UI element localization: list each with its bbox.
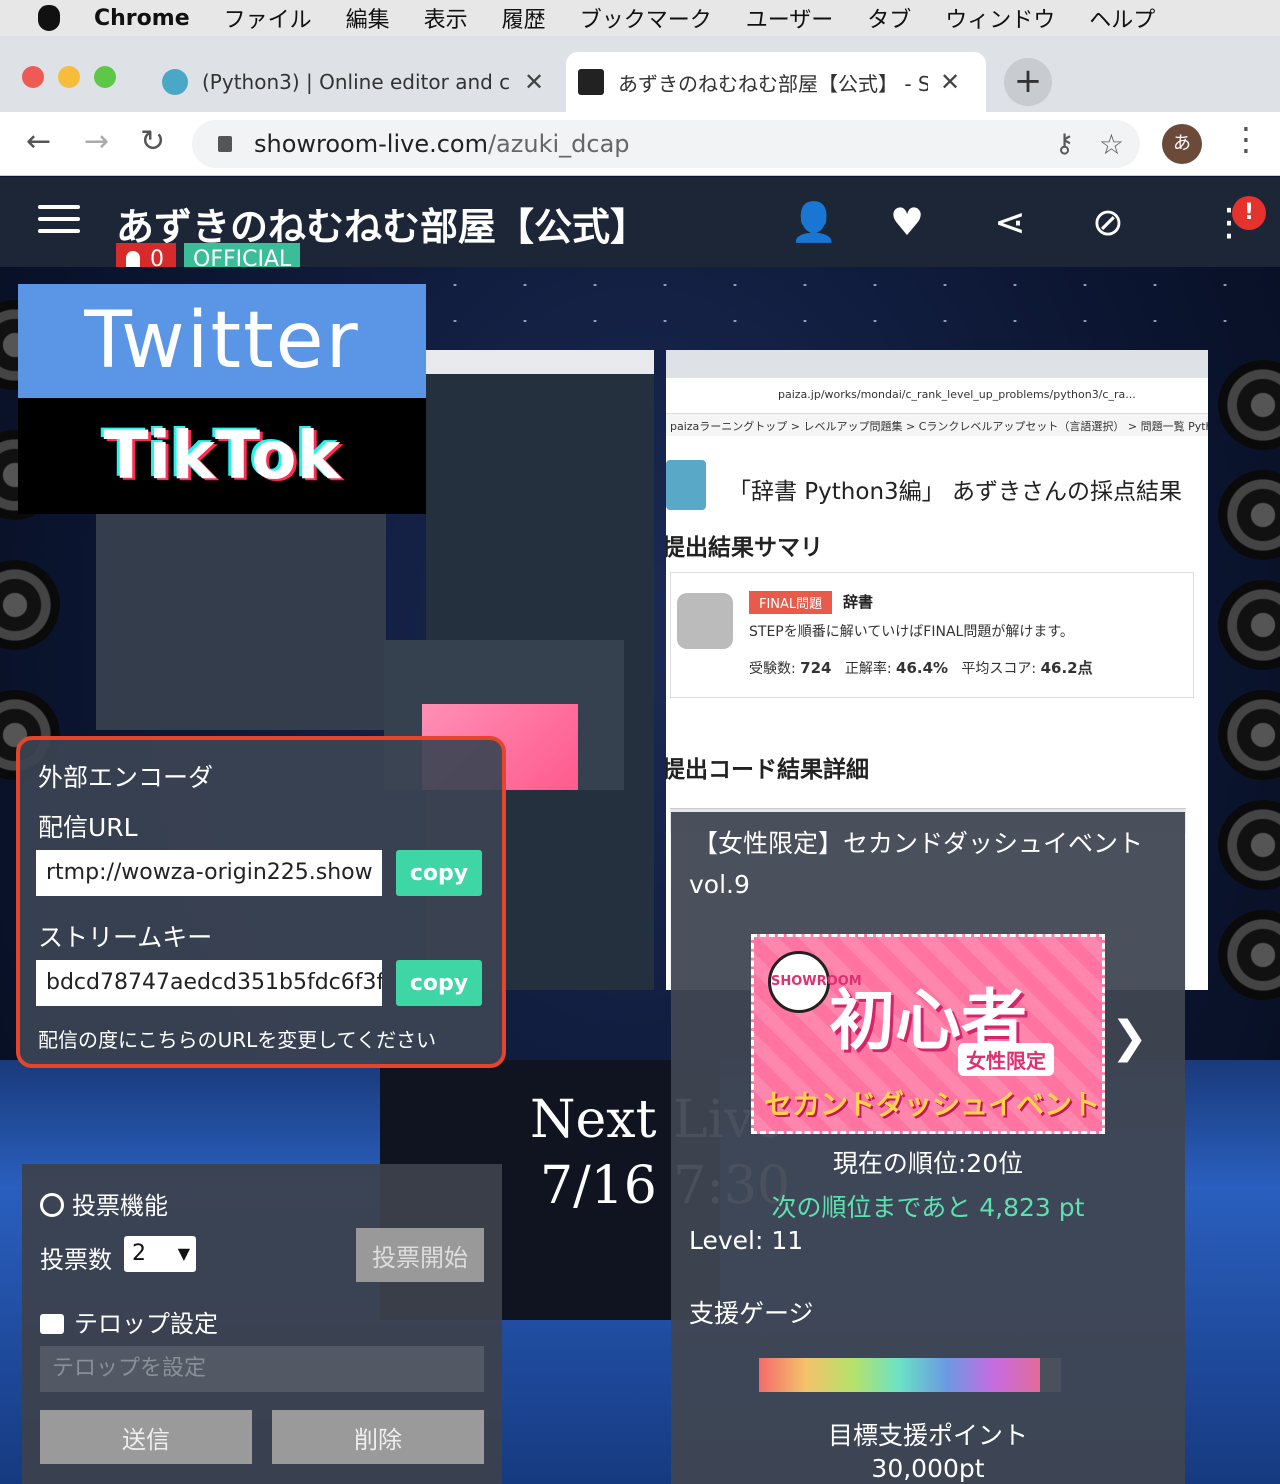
- copy-url-button[interactable]: copy: [396, 850, 482, 896]
- banner-bottom-text: セカンドダッシュイベント: [764, 1088, 1101, 1121]
- send-button[interactable]: 送信: [40, 1410, 252, 1464]
- points-to-next-rank: 次の順位まであと 4,823 pt: [771, 1193, 1085, 1222]
- menu-bookmarks[interactable]: ブックマーク: [580, 2, 712, 34]
- url-path: /azuki_dcap: [487, 130, 630, 158]
- menu-help[interactable]: ヘルプ: [1089, 2, 1155, 34]
- problem-stats: 受験数: 724 正解率: 46.4% 平均スコア: 46.2点: [749, 659, 1093, 677]
- event-banner[interactable]: 初心者 女性限定 セカンドダッシュイベント SHOWROOM: [751, 934, 1105, 1134]
- goal-points-label: 目標支援ポイント: [827, 1421, 1028, 1450]
- profile-icon[interactable]: 👤: [790, 200, 837, 245]
- stream-key-label: ストリームキー: [38, 923, 213, 952]
- event-panel: 【女性限定】セカンドダッシュイベント vol.9 初心者 女性限定 セカンドダッ…: [671, 812, 1185, 1484]
- goal-points-value: 30,000pt: [871, 1454, 985, 1483]
- macos-menubar: Chrome ファイル 編集 表示 履歴 ブックマーク ユーザー タブ ウィンド…: [0, 0, 1280, 36]
- paiza-favicon-icon: [162, 69, 188, 95]
- stream-url-field[interactable]: rtmp://wowza-origin225.show: [36, 850, 382, 896]
- paiza-logo: [666, 460, 706, 510]
- event-title: 【女性限定】セカンドダッシュイベント: [693, 829, 1144, 858]
- robot-avatar: [677, 593, 733, 649]
- tab-title: あずきのねむねむ部屋【公式】 - S: [618, 71, 928, 96]
- back-arrow-icon[interactable]: ←: [26, 124, 51, 159]
- tiktok-overlay: TikTok: [18, 398, 426, 514]
- hamburger-menu-icon[interactable]: [38, 205, 80, 241]
- support-gauge-fill: [759, 1358, 1040, 1392]
- browser-menu-icon[interactable]: ⋮: [1230, 120, 1262, 158]
- tab-close-icon[interactable]: ✕: [940, 68, 960, 96]
- event-level: Level: 11: [689, 1226, 804, 1255]
- bookmark-star-icon[interactable]: ☆: [1099, 128, 1124, 161]
- vote-count-label: 投票数: [40, 1246, 112, 1274]
- problem-name: 辞書: [843, 593, 874, 611]
- vote-heading: 投票機能: [40, 1186, 168, 1221]
- menu-view[interactable]: 表示: [424, 2, 468, 34]
- twitter-overlay: Twitter: [18, 284, 426, 398]
- summary-heading: 提出結果サマリ: [666, 535, 823, 561]
- speech-bubble-icon: [40, 1314, 64, 1334]
- result-title: 「辞書 Python3編」 あずきさんの採点結果: [728, 479, 1182, 505]
- detail-heading: 提出コード結果詳細: [666, 757, 869, 783]
- telop-input[interactable]: テロップを設定: [40, 1346, 484, 1392]
- menu-window[interactable]: ウィンドウ: [945, 2, 1055, 34]
- encoder-title: 外部エンコーダ: [38, 763, 214, 792]
- start-vote-button[interactable]: 投票開始: [356, 1228, 484, 1282]
- url-host: showroom-live.com: [254, 130, 488, 158]
- tab-close-icon[interactable]: ✕: [524, 68, 544, 96]
- chevron-right-icon[interactable]: ❯: [1111, 1012, 1148, 1063]
- apple-icon[interactable]: [38, 5, 60, 31]
- vote-count-value: 2: [132, 1241, 146, 1266]
- reload-icon[interactable]: ↻: [140, 124, 165, 159]
- tab-python-editor[interactable]: (Python3) | Online editor and c ✕: [150, 52, 560, 112]
- forward-arrow-icon[interactable]: →: [84, 124, 109, 159]
- profile-avatar[interactable]: あ: [1162, 124, 1202, 164]
- external-encoder-panel: 外部エンコーダ 配信URL rtmp://wowza-origin225.sho…: [16, 736, 506, 1068]
- menu-tab[interactable]: タブ: [867, 2, 911, 34]
- result-card: FINAL問題 辞書 STEPを順番に解いていけばFINAL問題が解けます。 受…: [670, 572, 1194, 698]
- chevron-down-icon: ▼: [177, 1244, 190, 1263]
- alert-badge-icon: !: [1232, 196, 1266, 230]
- stream-url-label: 配信URL: [38, 813, 138, 842]
- vote-dial-icon: [40, 1193, 64, 1217]
- menu-history[interactable]: 履歴: [502, 2, 546, 34]
- encoder-note: 配信の度にこちらのURLを変更してください: [38, 1028, 437, 1052]
- menu-file[interactable]: ファイル: [224, 2, 312, 34]
- support-gauge-remaining: [1040, 1358, 1061, 1392]
- shared-address-bar: paiza.jp/works/mondai/c_rank_level_up_pr…: [666, 378, 1208, 414]
- close-window-icon[interactable]: [22, 66, 44, 88]
- copy-key-button[interactable]: copy: [396, 960, 482, 1006]
- menu-app-name[interactable]: Chrome: [94, 6, 190, 31]
- lock-icon: [218, 136, 232, 152]
- telop-heading: テロップ設定: [40, 1304, 218, 1339]
- showroom-favicon-icon: [578, 69, 604, 95]
- stream-key-field[interactable]: bdcd78747aedcd351b5fdc6f3f: [36, 960, 382, 1006]
- vote-count-select[interactable]: 2 ▼: [124, 1236, 196, 1272]
- mute-icon[interactable]: ⊘: [1092, 200, 1124, 244]
- screen-share-thumbnail: [96, 514, 386, 730]
- share-icon[interactable]: ⋖: [994, 200, 1026, 244]
- shared-breadcrumb: paizaラーニングトップ > レベルアップ問題集 > Cランクレベルアップセッ…: [666, 414, 1208, 436]
- menu-edit[interactable]: 編集: [346, 2, 390, 34]
- tab-title: (Python3) | Online editor and c: [202, 70, 511, 94]
- support-gauge-label: 支援ゲージ: [689, 1299, 814, 1328]
- key-icon[interactable]: ⚷: [1055, 129, 1074, 159]
- follow-heart-icon[interactable]: ♥: [890, 200, 924, 244]
- event-volume: vol.9: [689, 870, 750, 899]
- vote-panel: 投票機能 投票数 2 ▼ 投票開始 テロップ設定 テロップを設定 送信 削除: [22, 1164, 502, 1484]
- zoom-window-icon[interactable]: [94, 66, 116, 88]
- final-badge: FINAL問題: [749, 591, 833, 614]
- address-bar[interactable]: showroom-live.com/azuki_dcap ⚷ ☆: [192, 120, 1140, 168]
- menu-user[interactable]: ユーザー: [746, 2, 834, 34]
- problem-description: STEPを順番に解いていけばFINAL問題が解けます。: [749, 624, 1074, 640]
- showroom-badge-icon: SHOWROOM: [768, 951, 862, 1013]
- minimize-window-icon[interactable]: [58, 66, 80, 88]
- banner-sub-text: 女性限定: [958, 1043, 1054, 1076]
- tab-showroom[interactable]: あずきのねむねむ部屋【公式】 - S ✕: [566, 52, 986, 112]
- shared-tab-strip: [666, 350, 1208, 378]
- new-tab-button[interactable]: +: [1004, 58, 1052, 106]
- delete-button[interactable]: 削除: [272, 1410, 484, 1464]
- current-rank: 現在の順位:20位: [832, 1149, 1024, 1178]
